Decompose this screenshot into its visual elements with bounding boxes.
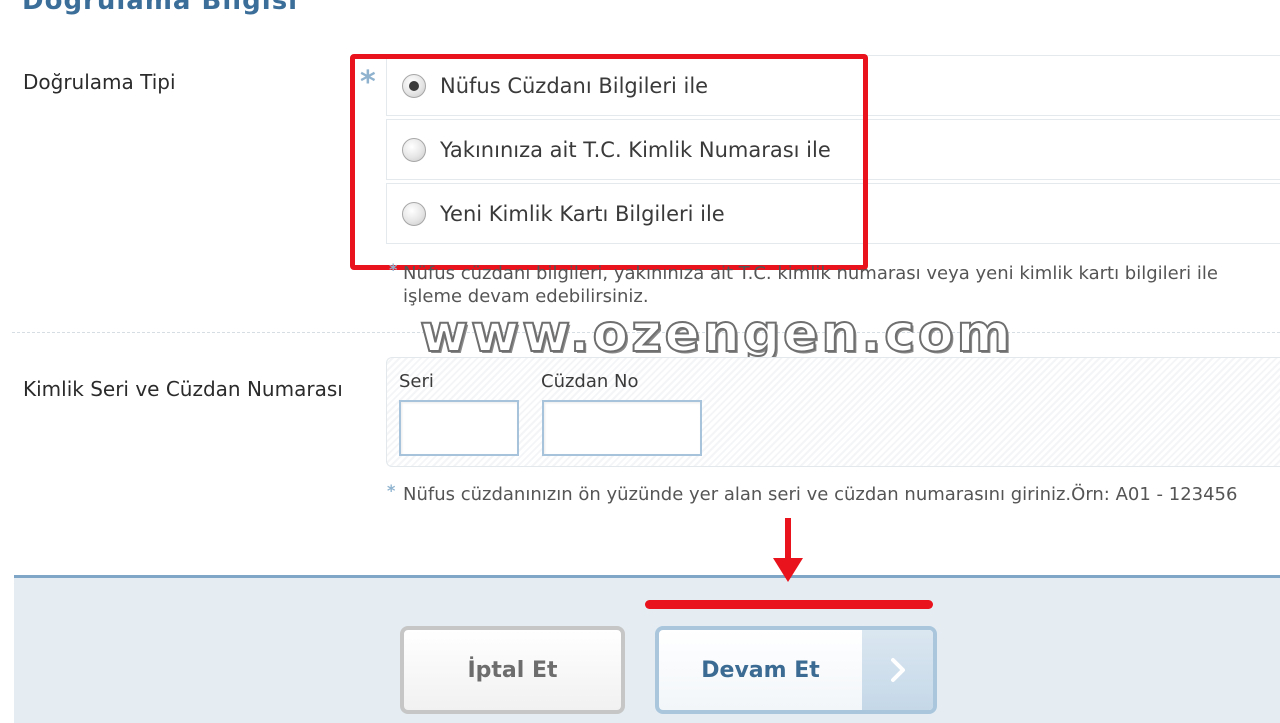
radio-option-id-card[interactable]: Nüfus Cüzdanı Bilgileri ile xyxy=(386,55,1280,116)
radio-unselected-icon[interactable] xyxy=(402,201,426,226)
radio-option-label: Nüfus Cüzdanı Bilgileri ile xyxy=(440,73,709,98)
wallet-number-input[interactable] xyxy=(542,400,702,456)
radio-unselected-icon[interactable] xyxy=(402,137,426,162)
serial-input[interactable] xyxy=(399,400,519,456)
verification-type-radio-group: Nüfus Cüzdanı Bilgileri ile Yakınınıza a… xyxy=(386,52,1280,247)
cancel-button[interactable]: İptal Et xyxy=(400,626,625,714)
radio-option-label: Yeni Kimlik Kartı Bilgileri ile xyxy=(440,201,725,226)
radio-option-label: Yakınınıza ait T.C. Kimlik Numarası ile xyxy=(440,137,831,162)
verification-type-label: Doğrulama Tipi xyxy=(23,70,176,94)
identity-hint-text: Nüfus cüzdanınızın ön yüzünde yer alan s… xyxy=(403,484,1238,505)
page-title: Doğrulama Bilgisi xyxy=(22,0,299,16)
continue-button-label: Devam Et xyxy=(701,657,820,683)
chevron-right-icon xyxy=(862,630,933,710)
wallet-number-field-label: Cüzdan No xyxy=(541,371,639,392)
continue-button[interactable]: Devam Et xyxy=(655,626,937,714)
hint-asterisk: * xyxy=(387,481,396,500)
form-footer-bar xyxy=(14,575,1280,723)
red-arrow-annotation-icon xyxy=(773,518,803,582)
red-underline-annotation xyxy=(645,600,933,609)
serial-field-label: Seri xyxy=(399,371,434,392)
identity-serial-label: Kimlik Seri ve Cüzdan Numarası xyxy=(23,377,343,401)
radio-option-new-id-card[interactable]: Yeni Kimlik Kartı Bilgileri ile xyxy=(386,183,1280,244)
watermark: www.ozengen.com xyxy=(419,303,1014,365)
hint-asterisk: * xyxy=(389,260,398,279)
verification-hint-text: Nüfus cüzdanı bilgileri, yakınınıza ait … xyxy=(403,263,1218,307)
cancel-button-label: İptal Et xyxy=(467,657,558,683)
radio-selected-icon[interactable] xyxy=(402,73,426,98)
required-asterisk: * xyxy=(360,65,376,100)
identity-input-panel xyxy=(386,357,1280,467)
radio-option-relative-tc[interactable]: Yakınınıza ait T.C. Kimlik Numarası ile xyxy=(386,119,1280,180)
